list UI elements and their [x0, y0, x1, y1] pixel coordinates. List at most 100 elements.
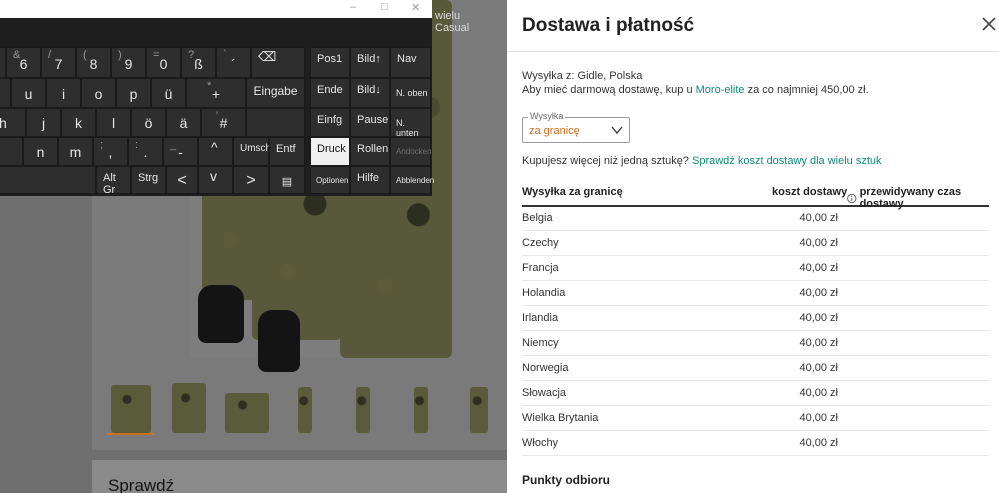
- category-tabs: wielu Casual: [435, 10, 507, 34]
- key-options[interactable]: Optionen: [310, 166, 350, 194]
- key-print[interactable]: Druck: [310, 137, 350, 166]
- key-arrow-down[interactable]: v: [198, 166, 233, 194]
- shipping-select[interactable]: Wysyłka za granicę: [522, 111, 630, 143]
- key-acute[interactable]: ` ´: [216, 47, 251, 78]
- tab-wielu[interactable]: wielu: [435, 10, 460, 22]
- country: Wielka Brytania: [522, 412, 599, 424]
- delivery-panel: Dostawa i płatność Wysyłka z: Gidle, Pol…: [507, 0, 999, 493]
- on-screen-keyboard: – □ ✕ & 6 /7 (8 ) 9 = 0 ? ß ` ´ ⌫ u i o p ü *…: [0, 0, 434, 196]
- table-row: Belgia 40,00 zł: [522, 205, 989, 231]
- boot-left: [198, 285, 244, 343]
- country: Francja: [522, 262, 559, 274]
- key-page-down[interactable]: Bild↓: [350, 78, 390, 108]
- key-comma[interactable]: ;,: [93, 137, 128, 166]
- key-minus[interactable]: _ -: [163, 137, 198, 166]
- key-dock[interactable]: Andocken: [390, 137, 432, 166]
- key-ue[interactable]: ü: [151, 78, 186, 108]
- cost: 40,00 zł: [799, 287, 838, 299]
- table-row: Włochy 40,00 zł: [522, 430, 989, 456]
- key-8[interactable]: (8: [76, 47, 111, 78]
- multi-item-text: Kupujesz więcej niż jedną sztukę? Sprawd…: [522, 155, 882, 167]
- key-fade[interactable]: Abblenden: [390, 166, 434, 194]
- key-u[interactable]: u: [11, 78, 46, 108]
- table-row: Norwegia 40,00 zł: [522, 355, 989, 381]
- key-help[interactable]: Hilfe: [350, 166, 390, 194]
- key-enter-lower[interactable]: [246, 108, 305, 137]
- key-move-up[interactable]: N. oben: [390, 78, 431, 108]
- maximize-icon[interactable]: □: [381, 1, 388, 13]
- key-delete[interactable]: Entf: [269, 137, 305, 166]
- key-menu[interactable]: ▤: [269, 166, 305, 194]
- key-i[interactable]: i: [46, 78, 81, 108]
- key-arrow-right[interactable]: >: [233, 166, 269, 194]
- country: Irlandia: [522, 312, 559, 324]
- cost: 40,00 zł: [799, 212, 838, 224]
- key-move-down[interactable]: N. unten: [390, 108, 431, 138]
- key-hash[interactable]: ' #: [201, 108, 246, 137]
- key-plus[interactable]: * +: [186, 78, 246, 108]
- pickup-points-title: Punkty odbioru: [522, 473, 610, 487]
- key-pos1[interactable]: Pos1: [310, 47, 350, 78]
- key-period[interactable]: :.: [128, 137, 163, 166]
- tab-casual[interactable]: Casual: [435, 22, 469, 34]
- key-k[interactable]: k: [61, 108, 96, 137]
- key-7[interactable]: /7: [41, 47, 76, 78]
- country: Włochy: [522, 437, 559, 449]
- thumbnail[interactable]: [339, 380, 386, 433]
- key-partial[interactable]: [0, 78, 11, 108]
- thumbnail[interactable]: [455, 380, 502, 433]
- key-scroll-lock[interactable]: Rollen: [350, 137, 390, 166]
- cost: 40,00 zł: [799, 337, 838, 349]
- key-enter[interactable]: Eingabe: [246, 78, 305, 108]
- key-backspace[interactable]: ⌫: [251, 47, 305, 78]
- thumbnail[interactable]: [107, 380, 154, 435]
- key-end[interactable]: Ende: [310, 78, 350, 108]
- cost: 40,00 zł: [799, 412, 838, 424]
- country: Czechy: [522, 237, 559, 249]
- key-ctrl[interactable]: Strg: [131, 166, 166, 194]
- close-button[interactable]: [981, 16, 997, 32]
- country: Norwegia: [522, 362, 569, 374]
- key-partial[interactable]: [0, 137, 23, 166]
- key-o[interactable]: o: [81, 78, 116, 108]
- table-row: Holandia 40,00 zł: [522, 280, 989, 306]
- key-sz[interactable]: ? ß: [181, 47, 216, 78]
- seller-link[interactable]: Moro-elite: [696, 84, 745, 96]
- shipping-table-header: Wysyłka za granicę koszt dostawy przewid…: [522, 184, 989, 210]
- key-p[interactable]: p: [116, 78, 151, 108]
- key-oe[interactable]: ö: [131, 108, 166, 137]
- key-j[interactable]: j: [26, 108, 61, 137]
- country: Słowacja: [522, 387, 567, 399]
- key-arrow-left[interactable]: <: [166, 166, 198, 194]
- key-space[interactable]: [0, 166, 96, 194]
- column-cost: koszt dostawy: [772, 186, 848, 198]
- key-6[interactable]: & 6: [6, 47, 41, 78]
- key-9[interactable]: ) 9: [111, 47, 146, 78]
- thumbnail[interactable]: [165, 380, 212, 433]
- key-page-up[interactable]: Bild↑: [350, 47, 390, 78]
- key-altgr[interactable]: Alt Gr: [96, 166, 131, 196]
- minimize-icon[interactable]: –: [350, 1, 356, 13]
- thumbnail[interactable]: [397, 380, 444, 433]
- info-icon[interactable]: [847, 193, 857, 204]
- key-0[interactable]: = 0: [146, 47, 181, 78]
- table-row: Czechy 40,00 zł: [522, 230, 989, 256]
- key-l[interactable]: l: [96, 108, 131, 137]
- ship-from-text: Wysyłka z: Gidle, Polska: [522, 70, 643, 82]
- key-arrow-up[interactable]: ^: [198, 137, 233, 166]
- close-icon[interactable]: ✕: [411, 1, 420, 14]
- key-shift[interactable]: Umsch: [233, 137, 271, 166]
- multi-item-link[interactable]: Sprawdź koszt dostawy dla wielu sztuk: [692, 155, 882, 167]
- key-ae[interactable]: ä: [166, 108, 201, 137]
- key-insert[interactable]: Einfg: [310, 108, 350, 137]
- thumbnail[interactable]: [223, 380, 270, 433]
- shipping-select-value: za granicę: [529, 125, 580, 137]
- key-pause[interactable]: Pause: [350, 108, 390, 137]
- arrow-up-icon: ^: [211, 139, 218, 155]
- key-nav[interactable]: Nav: [390, 47, 431, 78]
- key-n[interactable]: n: [23, 137, 58, 166]
- key-m[interactable]: m: [58, 137, 93, 166]
- cost: 40,00 zł: [799, 237, 838, 249]
- key-h[interactable]: h: [0, 108, 26, 137]
- thumbnail[interactable]: [281, 380, 328, 433]
